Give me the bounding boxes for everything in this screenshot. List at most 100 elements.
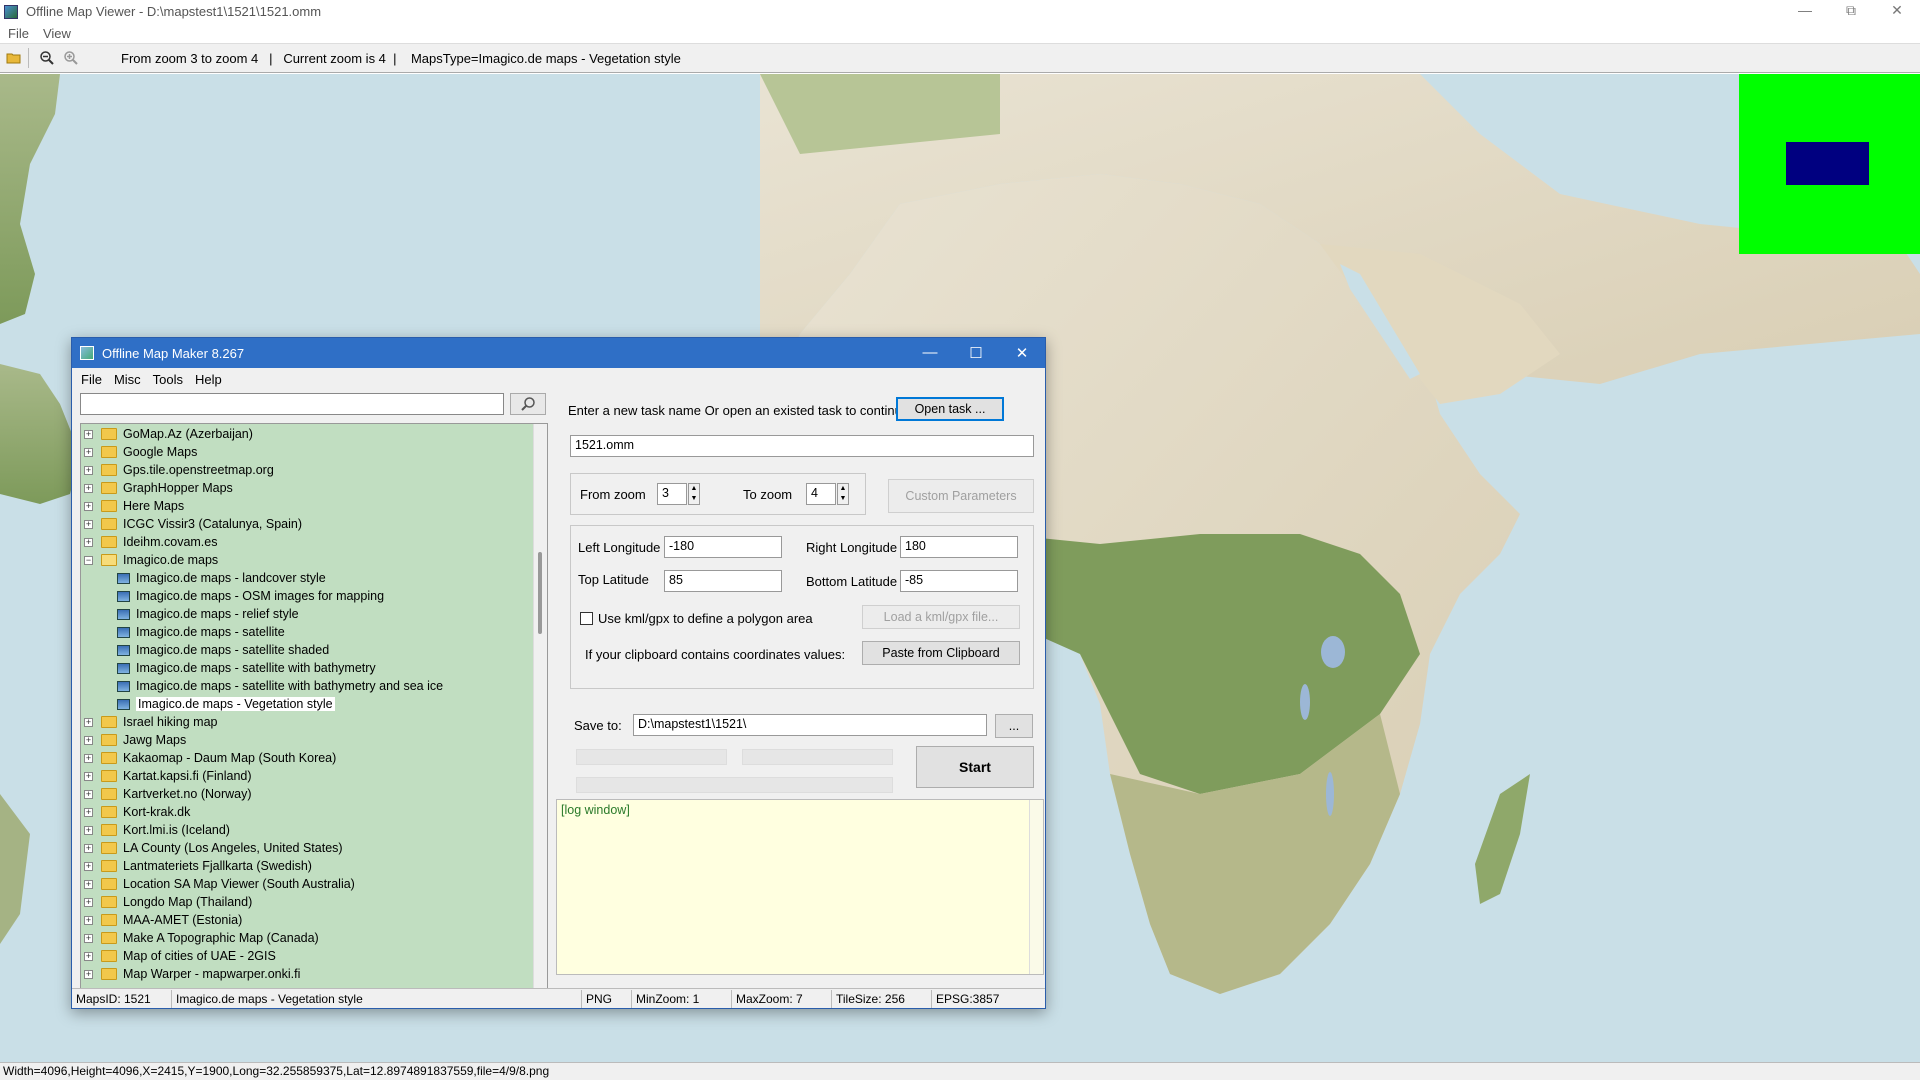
expand-icon[interactable]: + (84, 879, 93, 889)
expand-icon[interactable]: + (84, 861, 93, 871)
expand-icon[interactable]: + (84, 789, 93, 799)
folder-open-icon[interactable] (4, 48, 24, 68)
tree-group[interactable]: + Kort.lmi.is (Iceland) (81, 821, 230, 839)
tree-group[interactable]: + Kartverket.no (Norway) (81, 785, 252, 803)
expand-icon[interactable]: + (84, 807, 93, 817)
close-icon[interactable]: ✕ (999, 344, 1045, 362)
tree-map-item[interactable]: Imagico.de maps - OSM images for mapping (117, 587, 384, 605)
zoom-out-icon[interactable] (37, 48, 57, 68)
expand-icon[interactable]: + (84, 483, 93, 493)
tree-group[interactable]: + Make A Topographic Map (Canada) (81, 929, 319, 947)
right-longitude-input[interactable]: 180 (900, 536, 1018, 558)
tree-group[interactable]: + Here Maps (81, 497, 184, 515)
maximize-icon[interactable]: ☐ (953, 344, 999, 362)
tree-group[interactable]: + LA County (Los Angeles, United States) (81, 839, 343, 857)
search-button[interactable] (510, 393, 546, 415)
expand-icon[interactable]: + (84, 465, 93, 475)
expand-icon[interactable]: + (84, 537, 93, 547)
tree-group[interactable]: + Gps.tile.openstreetmap.org (81, 461, 274, 479)
minimize-icon[interactable]: — (1782, 0, 1828, 23)
tree-map-item[interactable]: Imagico.de maps - satellite (117, 623, 285, 641)
tree-group[interactable]: + Map of cities of UAE - 2GIS (81, 947, 276, 965)
tree-map-item[interactable]: Imagico.de maps - landcover style (117, 569, 326, 587)
tree-map-item[interactable]: Imagico.de maps - satellite with bathyme… (117, 677, 443, 695)
tree-group[interactable]: + Kakaomap - Daum Map (South Korea) (81, 749, 336, 767)
expand-icon[interactable]: + (84, 753, 93, 763)
tree-map-item[interactable]: Imagico.de maps - satellite shaded (117, 641, 329, 659)
save-path-input[interactable]: D:\mapstest1\1521\ (633, 714, 987, 736)
paste-clipboard-button[interactable]: Paste from Clipboard (862, 641, 1020, 665)
from-zoom-input[interactable]: 3 (657, 483, 687, 505)
expand-icon[interactable]: + (84, 969, 93, 979)
tree-group[interactable]: + Map Warper - mapwarper.onki.fi (81, 965, 300, 983)
expand-icon[interactable]: + (84, 933, 93, 943)
overview-map[interactable] (1739, 74, 1920, 254)
to-zoom-stepper[interactable]: ▲ ▼ (837, 483, 849, 505)
overview-viewport-frame[interactable] (1786, 142, 1869, 185)
tree-group[interactable]: + Kartat.kapsi.fi (Finland) (81, 767, 252, 785)
bottom-latitude-input[interactable]: -85 (900, 570, 1018, 592)
expand-icon[interactable]: + (84, 951, 93, 961)
log-window[interactable]: [log window] (556, 799, 1044, 975)
tree-group[interactable]: + ICGC Vissir3 (Catalunya, Spain) (81, 515, 302, 533)
open-task-button[interactable]: Open task ... (896, 397, 1004, 421)
menu-file[interactable]: File (8, 26, 29, 41)
folder-icon (101, 824, 117, 836)
tree-map-item[interactable]: Imagico.de maps - Vegetation style (117, 695, 335, 713)
tree-group[interactable]: + MAA-AMET (Estonia) (81, 911, 242, 929)
tree-group[interactable]: + Google Maps (81, 443, 197, 461)
tree-group[interactable]: + GraphHopper Maps (81, 479, 233, 497)
top-latitude-input[interactable]: 85 (664, 570, 782, 592)
browse-button[interactable]: ... (995, 714, 1033, 738)
expand-icon[interactable]: + (84, 771, 93, 781)
tree-group[interactable]: − Imagico.de maps (81, 551, 218, 569)
tree-group[interactable]: + Kort-krak.dk (81, 803, 190, 821)
folder-icon (101, 464, 117, 476)
menu-view[interactable]: View (43, 26, 71, 41)
tree-map-item[interactable]: Imagico.de maps - satellite with bathyme… (117, 659, 376, 677)
search-input[interactable] (80, 393, 504, 415)
task-name-input[interactable]: 1521.omm (570, 435, 1034, 457)
tree-group[interactable]: + Jawg Maps (81, 731, 186, 749)
tree-scrollbar[interactable] (533, 424, 547, 988)
close-icon[interactable]: ✕ (1874, 0, 1920, 23)
tree-group[interactable]: + GoMap.Az (Azerbaijan) (81, 425, 253, 443)
expand-icon[interactable]: + (84, 501, 93, 511)
collapse-icon[interactable]: − (84, 555, 93, 565)
expand-icon[interactable]: + (84, 825, 93, 835)
tree-group[interactable]: + Israel hiking map (81, 713, 218, 731)
tree-scroll-thumb[interactable] (538, 552, 542, 634)
expand-icon[interactable]: + (84, 735, 93, 745)
expand-icon[interactable]: + (84, 897, 93, 907)
menu-tools[interactable]: Tools (153, 372, 183, 387)
expand-icon[interactable]: + (84, 447, 93, 457)
start-button[interactable]: Start (916, 746, 1034, 788)
maps-tree[interactable]: + GoMap.Az (Azerbaijan) + Google Maps + Gps.t… (80, 423, 548, 989)
expand-icon[interactable]: + (84, 717, 93, 727)
map-icon (117, 644, 130, 656)
menu-file[interactable]: File (81, 372, 102, 387)
expand-icon[interactable]: + (84, 915, 93, 925)
log-scrollbar[interactable] (1029, 800, 1043, 974)
minimize-icon[interactable]: — (907, 344, 953, 362)
restore-icon[interactable]: ⧉ (1828, 0, 1874, 23)
menu-misc[interactable]: Misc (114, 372, 141, 387)
custom-parameters-button[interactable]: Custom Parameters (888, 479, 1034, 513)
expand-icon[interactable]: + (84, 429, 93, 439)
load-kml-button[interactable]: Load a kml/gpx file... (862, 605, 1020, 629)
tree-group[interactable]: + Longdo Map (Thailand) (81, 893, 252, 911)
tree-map-item[interactable]: Imagico.de maps - relief style (117, 605, 299, 623)
tree-group[interactable]: + Location SA Map Viewer (South Australia… (81, 875, 355, 893)
tree-group-label: Longdo Map (Thailand) (123, 895, 253, 909)
from-zoom-stepper[interactable]: ▲ ▼ (688, 483, 700, 505)
expand-icon[interactable]: + (84, 519, 93, 529)
left-longitude-input[interactable]: -180 (664, 536, 782, 558)
tree-group[interactable]: + Lantmateriets Fjallkarta (Swedish) (81, 857, 312, 875)
dialog-title-bar[interactable]: Offline Map Maker 8.267 — ☐ ✕ (72, 338, 1045, 368)
zoom-in-icon[interactable] (61, 48, 81, 68)
tree-group[interactable]: + Ideihm.covam.es (81, 533, 217, 551)
menu-help[interactable]: Help (195, 372, 222, 387)
expand-icon[interactable]: + (84, 843, 93, 853)
kml-polygon-checkbox[interactable] (580, 612, 593, 625)
to-zoom-input[interactable]: 4 (806, 483, 836, 505)
